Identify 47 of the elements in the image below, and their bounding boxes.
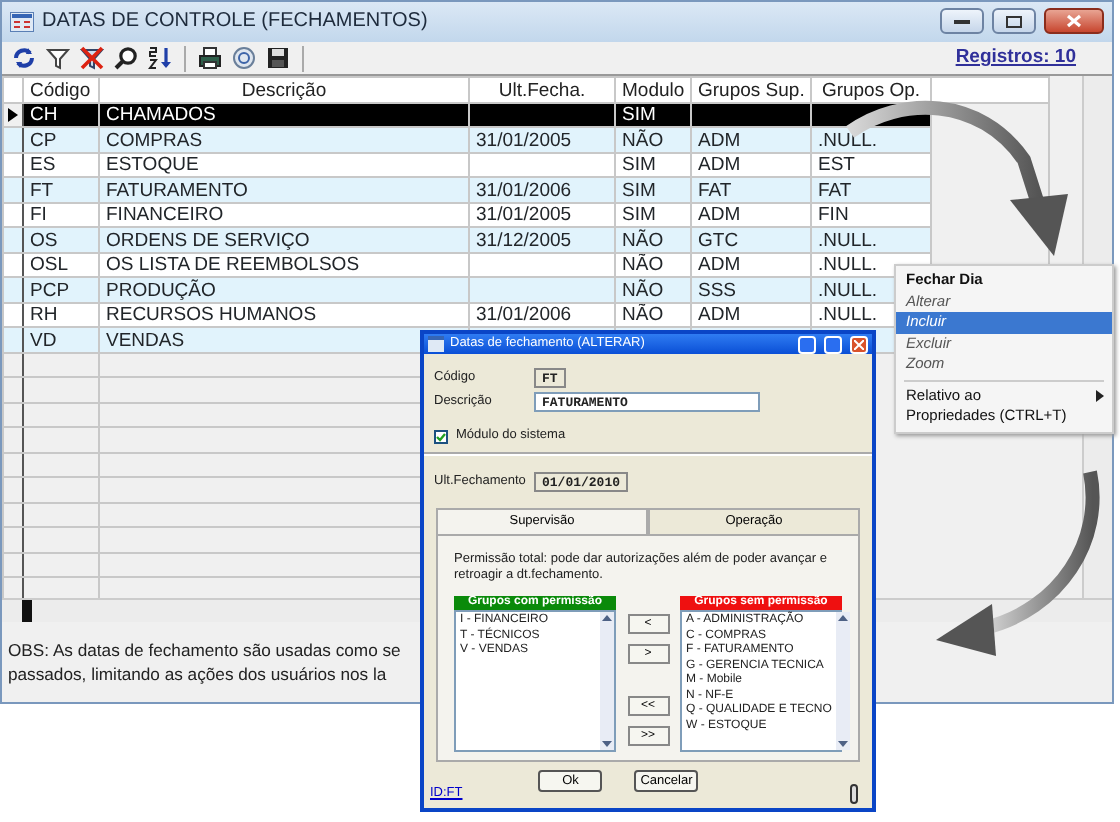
table-cell: PCP (30, 279, 70, 301)
table-cell: 31/12/2005 (476, 229, 572, 251)
table-cell: ADM (698, 304, 741, 326)
table-cell: FI (30, 204, 47, 226)
table-cell: 31/01/2005 (476, 129, 572, 151)
table-cell: SIM (622, 204, 656, 226)
table-cell: .NULL. (818, 229, 878, 251)
table-cell: ADM (698, 154, 741, 176)
window-title: DATAS DE CONTROLE (FECHAMENTOS) (42, 8, 428, 37)
table-cell: 31/01/2006 (476, 304, 572, 326)
table-cell: OS LISTA DE REEMBOLSOS (106, 254, 360, 276)
table-cell: EST (818, 154, 855, 176)
table-cell: RECURSOS HUMANOS (106, 304, 317, 326)
table-cell: 31/01/2005 (476, 204, 572, 226)
table-cell: ADM (698, 254, 741, 276)
table-cell: SIM (622, 179, 656, 201)
table-cell: .NULL. (818, 304, 878, 326)
table-cell: FATURAMENTO (106, 179, 248, 201)
table-cell: ES (30, 154, 56, 176)
table-cell: SIM (622, 154, 656, 176)
table-cell: CHAMADOS (106, 104, 216, 126)
table-cell: SSS (698, 279, 737, 301)
table-cell: ORDENS DE SERVIÇO (106, 229, 310, 251)
table-cell: FT (30, 179, 54, 201)
table-cell: .NULL. (818, 129, 878, 151)
table-cell: RH (30, 304, 58, 326)
table-cell: FAT (698, 179, 732, 201)
table-cell: ADM (698, 129, 741, 151)
table-cell: FINANCEIRO (106, 204, 224, 226)
table-cell: ADM (698, 204, 741, 226)
note-text: OBS: As datas de fechamento são usadas como se (8, 638, 401, 663)
table-cell: OSL (30, 254, 69, 276)
table-cell: FAT (818, 179, 852, 201)
table-cell: VD (30, 329, 57, 351)
table-cell: ESTOQUE (106, 154, 199, 176)
table-cell: CH (30, 104, 58, 126)
table-cell: VENDAS (106, 329, 185, 351)
table-cell: COMPRAS (106, 129, 203, 151)
table-cell: CP (30, 129, 57, 151)
table-cell: GTC (698, 229, 739, 251)
table-cell: FIN (818, 204, 849, 226)
note-text: passados, limitando as ações dos usuários nos la (8, 662, 387, 687)
table-cell: OS (30, 229, 58, 251)
table-cell: SIM (622, 104, 656, 126)
table-cell: .NULL. (818, 279, 878, 301)
table-cell: .NULL. (818, 254, 878, 276)
table-cell: 31/01/2006 (476, 179, 572, 201)
